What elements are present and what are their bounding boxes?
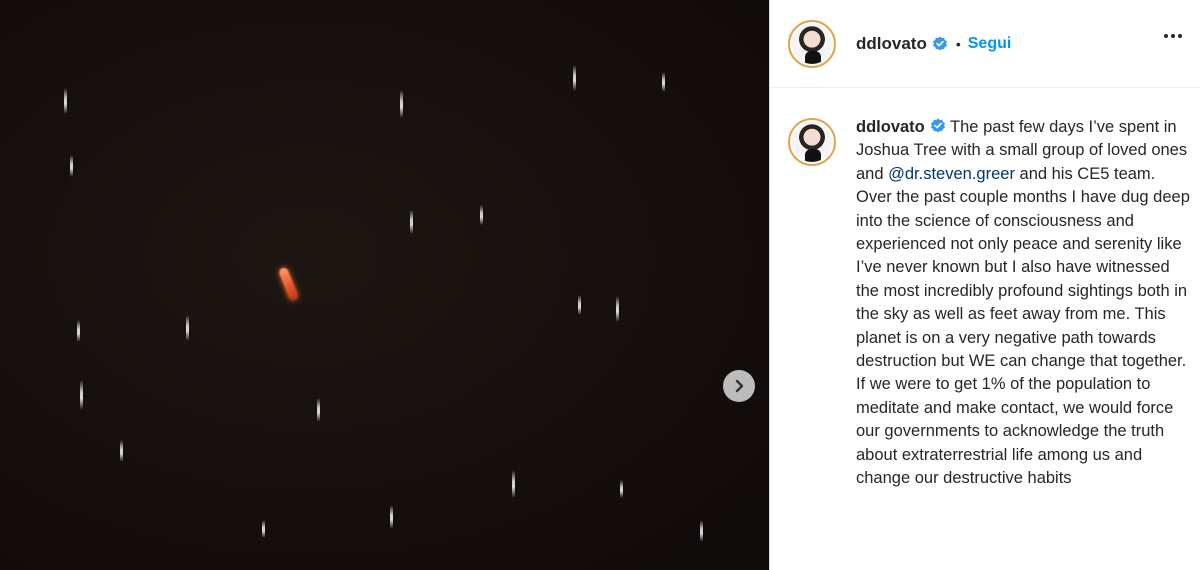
avatar-image (792, 122, 832, 162)
username-link[interactable]: ddlovato (856, 34, 927, 54)
light-streak (77, 320, 80, 342)
post-media[interactable] (0, 0, 769, 570)
orange-light (277, 266, 300, 302)
separator-dot: • (955, 35, 961, 52)
light-streak (512, 470, 515, 498)
light-streak (80, 380, 83, 410)
light-streak (120, 440, 123, 462)
chevron-right-icon (735, 379, 744, 393)
follow-button[interactable]: Segui (968, 35, 1012, 53)
light-streak (410, 210, 413, 234)
verified-badge-icon (930, 118, 945, 133)
light-streak (64, 88, 67, 114)
light-streak (578, 295, 581, 315)
next-media-button[interactable] (723, 370, 755, 402)
caption-username[interactable]: ddlovato (856, 118, 925, 136)
light-streak (262, 520, 265, 538)
more-options-icon[interactable] (1164, 34, 1182, 38)
light-streak (390, 505, 393, 529)
light-streak (573, 65, 576, 91)
light-streak (400, 90, 403, 118)
avatar[interactable] (788, 118, 836, 166)
light-streak (317, 398, 320, 422)
avatar[interactable] (788, 19, 836, 68)
caption-part-2: and his CE5 team. Over the past couple m… (856, 164, 1190, 488)
light-streak (70, 155, 73, 177)
light-streak (186, 315, 189, 341)
post-header: ddlovato • Segui (770, 0, 1200, 88)
light-streak (480, 205, 483, 225)
verified-badge-icon (932, 36, 947, 50)
post-side-panel: ddlovato • Segui ddlovato The past few d… (769, 0, 1200, 570)
light-streak (700, 520, 703, 542)
light-streak (662, 72, 665, 92)
light-streak (616, 296, 619, 322)
caption-text: ddlovato The past few days I’ve spent in… (856, 116, 1190, 491)
light-streak (620, 480, 623, 498)
mention-link[interactable]: @dr.steven.greer (888, 165, 1015, 183)
post-caption: ddlovato The past few days I’ve spent in… (788, 116, 1190, 491)
avatar-image (792, 23, 832, 64)
